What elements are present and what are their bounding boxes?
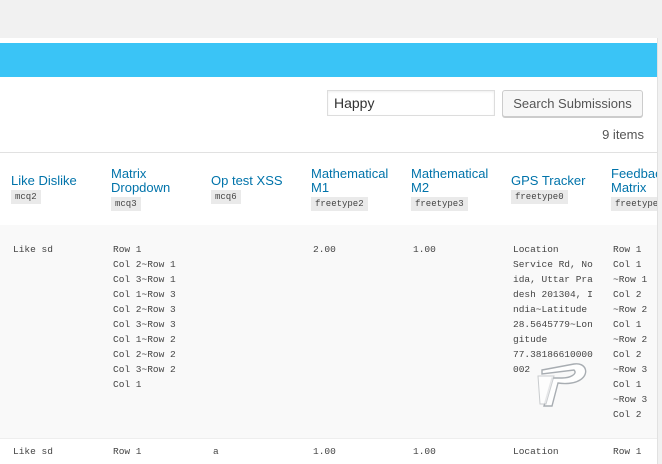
cell-op-test: a bbox=[213, 446, 219, 457]
column-header: Op test XSS mcq6 bbox=[211, 153, 301, 225]
cell-m2: 1.00 bbox=[413, 244, 436, 255]
column-code: freetype3 bbox=[411, 197, 468, 211]
cell-like-dislike: Like sd bbox=[13, 446, 53, 457]
header-bar bbox=[0, 43, 657, 77]
search-submissions-button[interactable]: Search Submissions bbox=[502, 90, 643, 117]
cell-matrix-dropdown: Row 1 bbox=[113, 446, 142, 457]
logo-icon bbox=[534, 360, 592, 410]
cell-m1: 1.00 bbox=[313, 446, 336, 457]
column-sort-link[interactable]: Mathematical M2 bbox=[411, 167, 496, 195]
column-header: Mathematical M2 freetype3 bbox=[411, 153, 501, 225]
cell-m2: 1.00 bbox=[413, 446, 436, 457]
table-header: Like Dislike mcq2 Matrix Dropdown mcq3 O… bbox=[0, 152, 657, 226]
column-code: mcq2 bbox=[11, 190, 41, 204]
column-sort-link[interactable]: Matrix Dropdown bbox=[111, 167, 181, 195]
search-input[interactable] bbox=[327, 90, 495, 116]
cell-matrix-dropdown: Row 1 Col 2~Row 1 Col 3~Row 1 Col 1~Row … bbox=[113, 244, 176, 390]
column-sort-link[interactable]: Feedback Matrix bbox=[611, 167, 657, 195]
table-row: Like sd Row 1 a 1.00 1.00 Location Row 1 bbox=[0, 439, 657, 464]
column-code: mcq6 bbox=[211, 190, 241, 204]
column-code: freetype0 bbox=[511, 190, 568, 204]
cell-m1: 2.00 bbox=[313, 244, 336, 255]
column-header: Matrix Dropdown mcq3 bbox=[111, 153, 191, 225]
submissions-table: Like Dislike mcq2 Matrix Dropdown mcq3 O… bbox=[0, 152, 657, 464]
cell-gps: Location Service Rd, No ida, Uttar Pra d… bbox=[513, 244, 593, 375]
column-header: Mathematical M1 freetype2 bbox=[311, 153, 401, 225]
cell-gps: Location bbox=[513, 446, 559, 457]
column-header: GPS Tracker freetype0 bbox=[511, 153, 601, 225]
cell-feedback: Row 1 Col 1 ~Row 1 Col 2 ~Row 2 Col 1 ~R… bbox=[613, 244, 648, 420]
column-sort-link[interactable]: GPS Tracker bbox=[511, 174, 601, 188]
column-header: Feedback Matrix freetype bbox=[611, 153, 657, 225]
column-code: freetype2 bbox=[311, 197, 368, 211]
column-code: mcq3 bbox=[111, 197, 141, 211]
column-sort-link[interactable]: Like Dislike bbox=[11, 174, 101, 188]
cell-feedback: Row 1 bbox=[613, 446, 642, 457]
column-code: freetype bbox=[611, 197, 657, 211]
items-count: 9 items bbox=[602, 127, 644, 142]
column-sort-link[interactable]: Op test XSS bbox=[211, 174, 301, 188]
column-sort-link[interactable]: Mathematical M1 bbox=[311, 167, 396, 195]
column-header: Like Dislike mcq2 bbox=[11, 153, 101, 225]
cell-like-dislike: Like sd bbox=[13, 244, 53, 255]
